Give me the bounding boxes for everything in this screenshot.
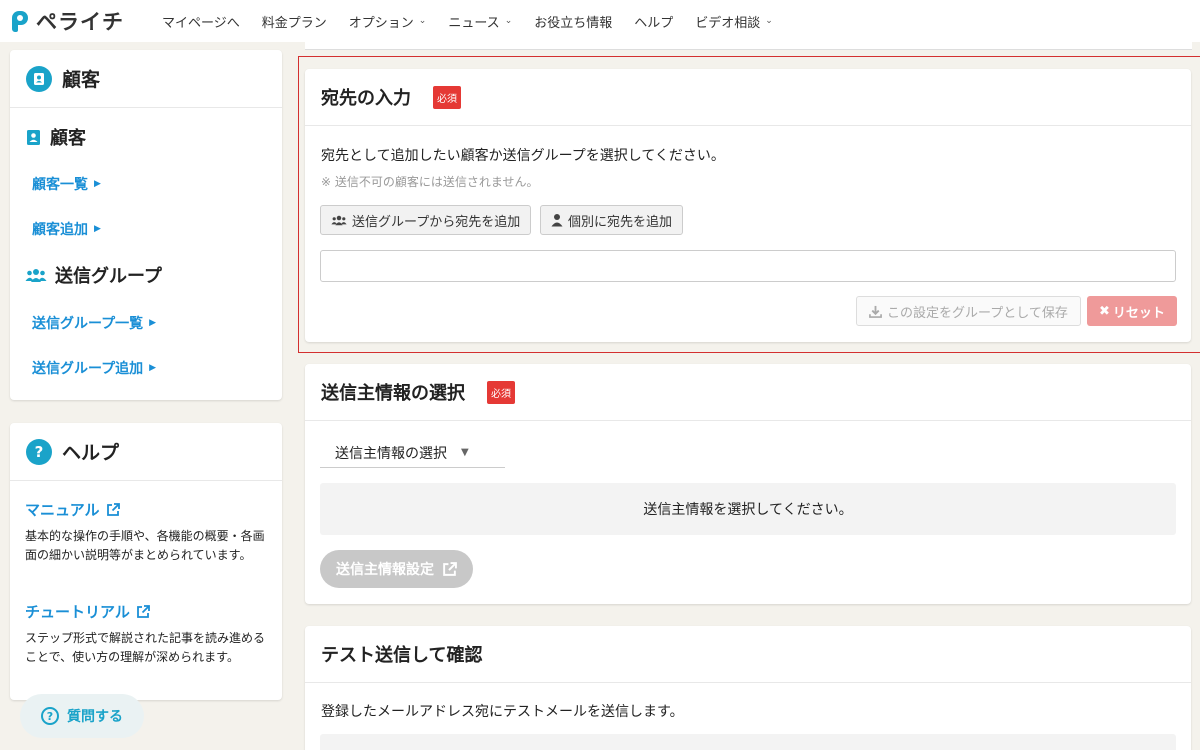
- previous-card-bottom: [305, 42, 1192, 50]
- sender-card-header: 送信主情報の選択 必須: [305, 364, 1191, 421]
- required-badge: 必須: [433, 85, 461, 109]
- nav-item-video-consult[interactable]: ビデオ相談 ⌄: [695, 12, 773, 31]
- link-label: 送信グループ一覧: [32, 316, 144, 332]
- group-list-link[interactable]: 送信グループ一覧 ▶: [32, 313, 156, 333]
- customer-list-link[interactable]: 顧客一覧 ▶: [32, 174, 101, 194]
- manual-description: 基本的な操作の手順や、各機能の概要・各画面の細かい説明等がまとめられています。: [25, 529, 265, 562]
- group-add-link[interactable]: 送信グループ追加 ▶: [32, 358, 156, 378]
- caret-right-icon: ▶: [94, 179, 101, 189]
- tutorial-description: ステップ形式で解説された記事を読み進めることで、使い方の理解が深められます。: [25, 631, 266, 664]
- tutorial-link[interactable]: チュートリアル: [25, 601, 150, 622]
- nav-item-label: お役立ち情報: [534, 15, 613, 31]
- help-card-title: ヘルプ: [62, 442, 120, 464]
- button-label: 送信主情報設定: [336, 562, 434, 578]
- caret-right-icon: ▶: [94, 224, 101, 234]
- caret-down-icon: ▼: [461, 447, 469, 458]
- caret-right-icon: ▶: [149, 318, 157, 328]
- button-label: この設定をグループとして保存: [887, 305, 1068, 321]
- nav-menu: マイページへ 料金プラン オプション ⌄ ニュース ⌄ お役立ち情報 ヘルプ ビデオ…: [162, 12, 795, 31]
- button-label: 個別に宛先を追加: [568, 214, 673, 230]
- nav-item-label: ヘルプ: [634, 15, 674, 31]
- sender-select[interactable]: 送信主情報の選択 ▼: [320, 438, 505, 468]
- customers-section-title: 顧客: [25, 124, 86, 150]
- sender-card: 送信主情報の選択 必須 送信主情報の選択 ▼ 送信主情報を選択してください。 送…: [305, 364, 1191, 604]
- test-send-box: [320, 734, 1176, 750]
- ask-question-label: 質問する: [67, 709, 123, 725]
- caret-right-icon: ▶: [149, 363, 157, 373]
- chevron-down-icon: ⌄: [765, 16, 773, 26]
- button-label: リセット: [1112, 305, 1165, 321]
- customer-add-link[interactable]: 顧客追加 ▶: [32, 219, 101, 239]
- nav-item-label: ニュース: [448, 15, 500, 31]
- link-label: マニュアル: [25, 501, 100, 519]
- add-from-group-button[interactable]: 送信グループから宛先を追加: [320, 205, 532, 235]
- nav-item-label: ビデオ相談: [695, 15, 761, 31]
- test-send-card: テスト送信して確認 登録したメールアドレス宛にテストメールを送信します。: [305, 626, 1191, 750]
- sender-settings-button[interactable]: 送信主情報設定: [320, 550, 473, 588]
- add-individual-button[interactable]: 個別に宛先を追加: [540, 205, 684, 235]
- address-book-icon: [26, 65, 52, 92]
- help-card-header: ? ヘルプ: [10, 423, 282, 481]
- user-icon: [551, 214, 563, 227]
- save-as-group-button[interactable]: この設定をグループとして保存: [856, 296, 1081, 326]
- users-icon: [25, 267, 47, 284]
- destination-note: ※ 送信不可の顧客には送信されません。: [321, 175, 539, 189]
- nav-item-label: マイページへ: [162, 15, 240, 31]
- test-send-card-header: テスト送信して確認: [305, 626, 1191, 683]
- nav-item-options[interactable]: オプション ⌄: [349, 12, 427, 31]
- groups-section-label: 送信グループ: [55, 266, 162, 287]
- nav-item-label: オプション: [348, 15, 414, 31]
- external-link-icon: [136, 604, 150, 618]
- nav-item-tips[interactable]: お役立ち情報: [534, 12, 612, 31]
- logo-text: ペライチ: [36, 10, 124, 34]
- sender-title: 送信主情報の選択: [321, 383, 465, 404]
- link-label: チュートリアル: [25, 603, 130, 621]
- download-icon: [869, 305, 882, 318]
- users-icon: [331, 215, 347, 226]
- help-sidebar-card: ? ヘルプ マニュアル 基本的な操作の手順や、各機能の概要・各画面の細かい説明等…: [10, 423, 282, 700]
- destination-title: 宛先の入力: [321, 88, 411, 109]
- nav-item-help[interactable]: ヘルプ: [634, 12, 673, 31]
- question-circle-icon: ?: [26, 438, 52, 465]
- chevron-down-icon: ⌄: [418, 16, 427, 26]
- destination-card: 宛先の入力 必須 宛先として追加したい顧客か送信グループを選択してください。 ※…: [305, 69, 1191, 342]
- customers-section-label: 顧客: [50, 128, 86, 149]
- nav-item-label: 料金プラン: [261, 15, 327, 31]
- question-icon: ?: [41, 707, 59, 725]
- required-badge: 必須: [487, 380, 515, 404]
- manual-link[interactable]: マニュアル: [25, 499, 120, 520]
- test-send-description: 登録したメールアドレス宛にテストメールを送信します。: [321, 704, 684, 720]
- sender-info-message: 送信主情報を選択してください。: [320, 483, 1176, 535]
- contact-card-icon: [25, 129, 42, 146]
- nav-item-mypage[interactable]: マイページへ: [162, 12, 240, 31]
- destination-input[interactable]: [320, 250, 1176, 282]
- link-label: 顧客追加: [32, 222, 88, 238]
- external-link-icon: [443, 561, 457, 576]
- nav-item-pricing[interactable]: 料金プラン: [262, 12, 327, 31]
- ask-question-button[interactable]: ? 質問する: [20, 694, 144, 738]
- top-navigation: ペライチ マイページへ 料金プラン オプション ⌄ ニュース ⌄ お役立ち情報 ヘル…: [0, 0, 1200, 42]
- groups-section-title: 送信グループ: [25, 262, 162, 288]
- destination-card-header: 宛先の入力 必須: [305, 69, 1191, 126]
- close-icon: ✖: [1099, 303, 1110, 319]
- button-label: 送信グループから宛先を追加: [352, 214, 521, 230]
- customers-card-title: 顧客: [62, 69, 101, 91]
- link-label: 送信グループ追加: [32, 361, 144, 377]
- sender-select-value: 送信主情報の選択: [335, 445, 447, 462]
- reset-button[interactable]: ✖ リセット: [1087, 296, 1177, 326]
- link-label: 顧客一覧: [32, 177, 88, 193]
- customers-sidebar-card: 顧客 顧客 顧客一覧 ▶ 顧客追加 ▶ 送信グループ 送信グループ一覧 ▶ 送信グルー…: [10, 50, 282, 400]
- customers-card-header: 顧客: [10, 50, 282, 108]
- external-link-icon: [106, 502, 120, 516]
- logo-mark-icon: [10, 9, 32, 33]
- destination-description: 宛先として追加したい顧客か送信グループを選択してください。: [321, 148, 725, 164]
- test-send-title: テスト送信して確認: [321, 645, 483, 666]
- chevron-down-icon: ⌄: [504, 16, 513, 26]
- nav-item-news[interactable]: ニュース ⌄: [448, 12, 512, 31]
- logo[interactable]: ペライチ: [10, 6, 138, 36]
